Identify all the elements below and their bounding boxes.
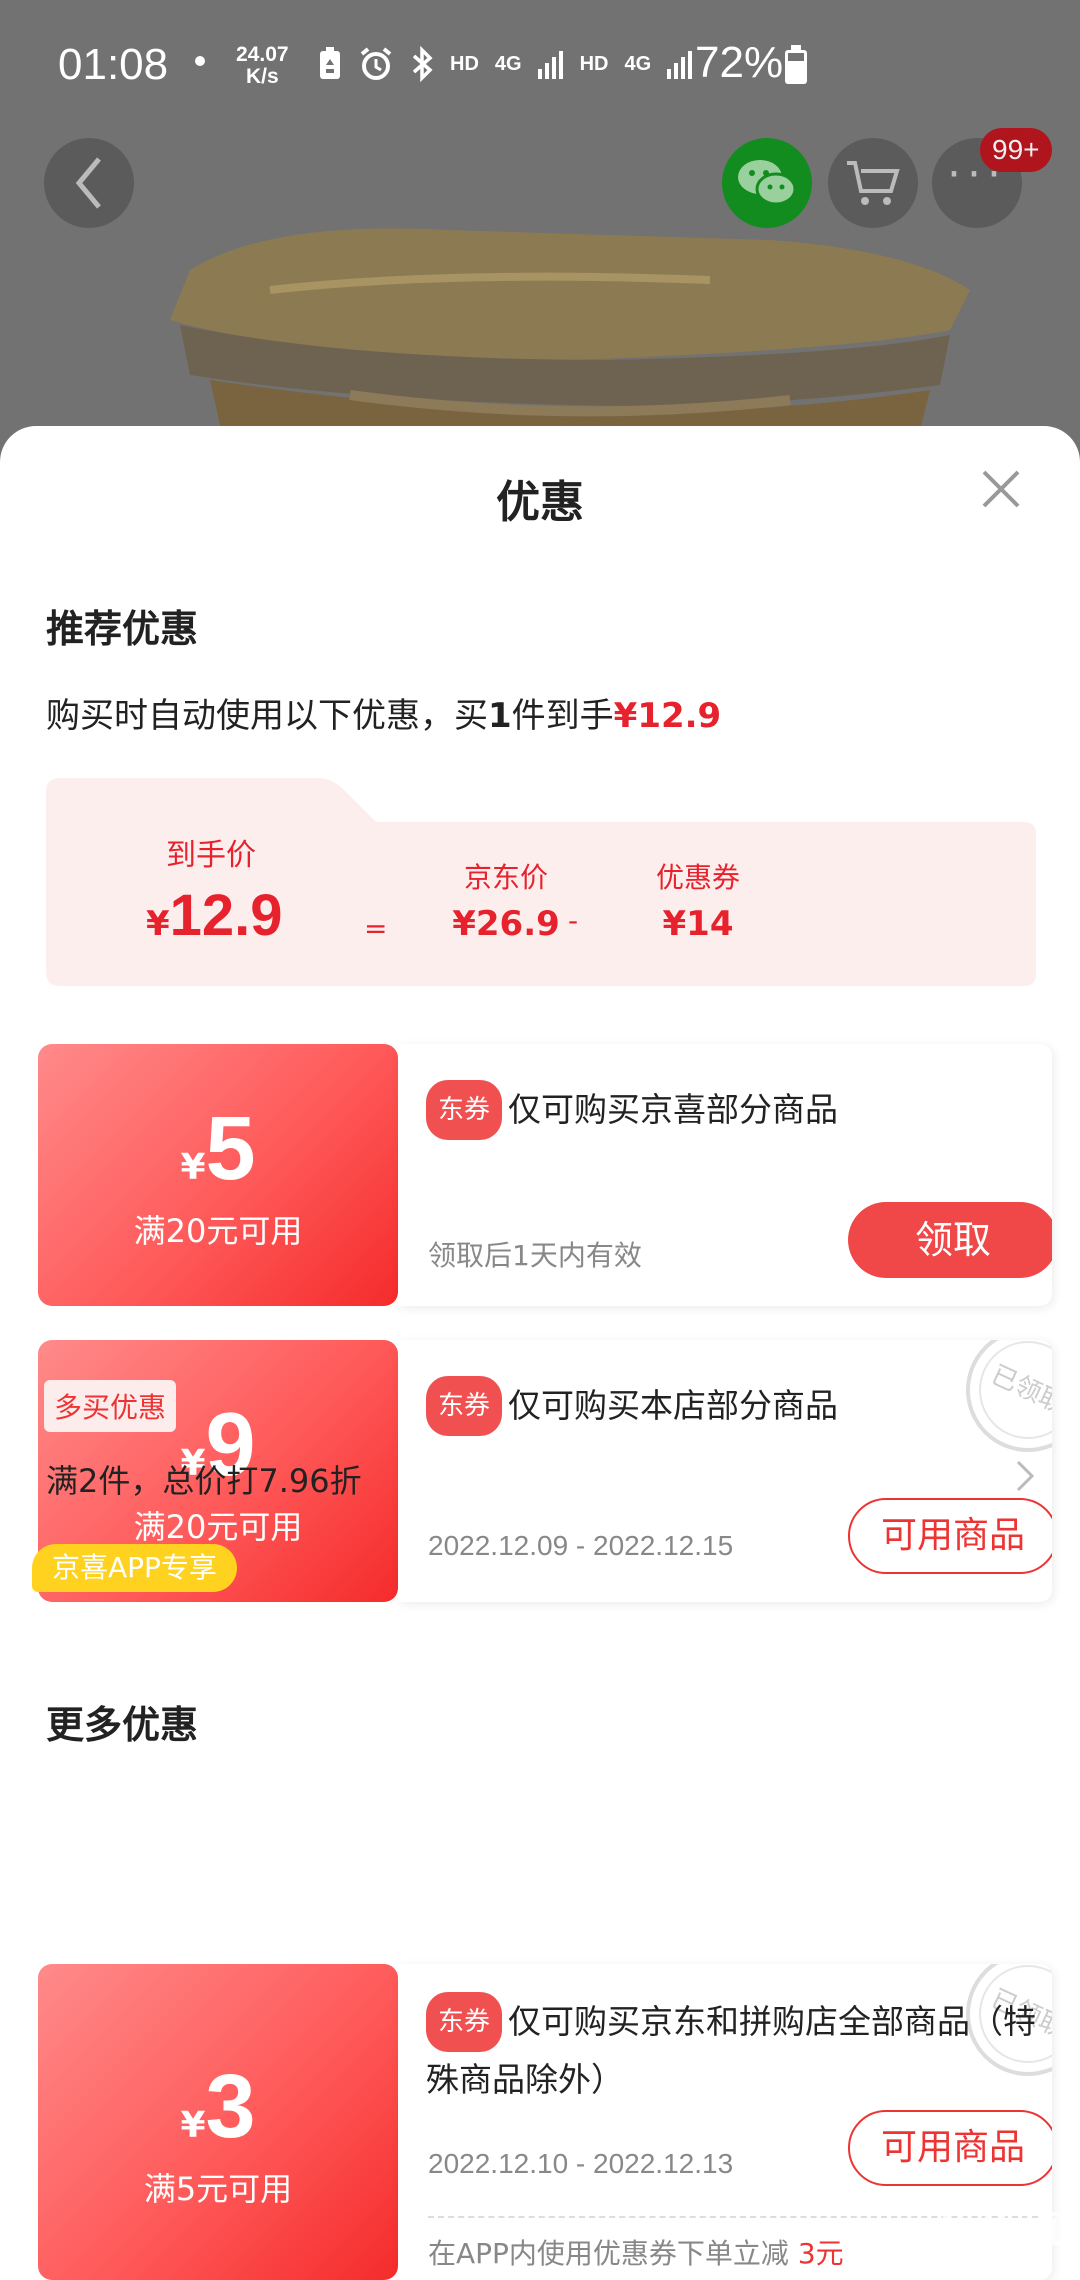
coupon-3-note-amount: 3元 [797, 2237, 844, 2270]
battery-percent: 72% [695, 38, 784, 87]
status-icons: HD 4G HD 4G [318, 42, 693, 86]
coupon-3-amount: ¥3 [38, 2062, 398, 2152]
coupon-3-condition: 满5元可用 [143, 2170, 293, 2208]
alarm-icon [360, 47, 392, 80]
signal-icon-1 [537, 51, 563, 79]
product-image [170, 228, 970, 460]
jd-price-label: 京东价 [463, 861, 548, 894]
coupon-2-validity: 2022.12.09 - 2022.12.15 [428, 1530, 734, 1561]
final-price-label: 到手价 [166, 838, 256, 873]
app-exclusive-badge: 京喜APP专享 [32, 1544, 237, 1592]
final-price: ¥12.9 [146, 882, 346, 949]
coupon-2-applicable-items-button[interactable]: 可用商品 [848, 1498, 1052, 1574]
multi-buy-tag: 多买优惠 [44, 1380, 177, 1432]
final-price-value: 12.9 [169, 883, 283, 948]
watermark: 值值值 zhizhizhi.com [930, 2196, 1070, 2270]
coupon-card-3: ¥3 满5元可用 已领取 东券 仅可购买京东和拼购店全部商品（特殊商品除外） 20… [38, 1964, 1052, 2280]
coupon-1-condition: 满20元可用 [133, 1212, 303, 1250]
notification-dot [195, 56, 205, 66]
coupon-3-value-panel: ¥3 满5元可用 [38, 1964, 398, 2280]
watermark-logo: 值值值 [937, 2206, 1063, 2252]
close-icon[interactable] [978, 466, 1024, 512]
desc-mid: 件到手 [511, 696, 614, 736]
chevron-right-icon[interactable] [1014, 1458, 1038, 1494]
coupon-1-title: 东券 仅可购买京喜部分商品 [426, 1080, 1036, 1140]
coupon-3-title: 东券 仅可购买京东和拼购店全部商品（特殊商品除外） [426, 1992, 1036, 2106]
coupon-2-tag: 东券 [426, 1376, 503, 1436]
coupon-2-condition: 满20元可用 [133, 1508, 303, 1546]
multi-buy-offer[interactable]: 满2件，总价打7.96折 [46, 1456, 362, 1502]
cart-icon [847, 161, 900, 205]
coupon-3-amount-value: 3 [205, 2057, 256, 2157]
final-price-yen: ¥ [146, 904, 170, 944]
coupon-3-title-text: 仅可购买京东和拼购店全部商品（特殊商品除外） [426, 2002, 1037, 2099]
desc-prefix: 购买时自动使用以下优惠，买 [46, 696, 488, 736]
signal-4g-label-2: 4G [624, 52, 652, 75]
coupon-1-value-panel: ¥5 满20元可用 [38, 1044, 398, 1306]
sheet-title: 优惠 [496, 477, 584, 528]
coupon-3-note-prefix: 在APP内使用优惠券下单立减 [428, 2237, 789, 2270]
coupon-1-tag: 东券 [426, 1080, 503, 1140]
hd-label-1: HD [450, 52, 479, 75]
battery-icon [785, 45, 807, 84]
equals-sign: = [364, 912, 388, 945]
jd-price-value: ¥26.9 [452, 904, 560, 944]
price-breakdown: 到手价 ¥12.9 = 京东价 ¥26.9 - 优惠券 ¥14 [46, 778, 1036, 986]
coupon-1-yen: ¥ [180, 1147, 206, 1188]
hd-label-2: HD [579, 52, 609, 75]
coupon-1-amount-value: 5 [205, 1099, 256, 1199]
signal-4g-label-1: 4G [494, 52, 522, 75]
cart-count-badge: 99+ [980, 128, 1052, 172]
status-bar: 01:08 24.07 K/s HD 4G HD 4G 72% [0, 0, 1080, 130]
coupon-1-validity: 领取后1天内有效 [428, 1239, 642, 1272]
recommended-title: 推荐优惠 [46, 607, 199, 651]
coupon-3-yen: ¥ [180, 2105, 206, 2146]
coupon-price-label: 优惠券 [655, 861, 740, 894]
bluetooth-icon [412, 46, 433, 82]
coupon-3-applicable-items-button[interactable]: 可用商品 [848, 2110, 1052, 2186]
coupon-1-title-text: 仅可购买京喜部分商品 [508, 1090, 839, 1129]
coupon-3-tag: 东券 [426, 1992, 503, 2052]
wechat-icon [738, 160, 797, 206]
coupon-card-1: ¥5 满20元可用 东券 仅可购买京喜部分商品 领取后1天内有效 领取 [38, 1044, 1052, 1306]
signal-icon-2 [667, 51, 693, 79]
coupon-2-title-text: 仅可购买本店部分商品 [508, 1386, 839, 1425]
chevron-left-icon [75, 157, 101, 209]
net-speed-value: 24.07 [236, 43, 289, 66]
recommended-desc: 购买时自动使用以下优惠，买1件到手¥12.9 [46, 688, 721, 737]
coupon-2-title: 东券 仅可购买本店部分商品 [426, 1376, 1036, 1436]
cart-button[interactable] [828, 138, 918, 228]
claim-coupon-button[interactable]: 领取 [848, 1202, 1052, 1278]
coupon-1-info: 东券 仅可购买京喜部分商品 领取后1天内有效 领取 [398, 1044, 1052, 1306]
coupon-3-validity: 2022.12.10 - 2022.12.13 [428, 2148, 734, 2179]
wechat-share-button[interactable] [722, 138, 812, 228]
net-speed: 24.07 K/s [236, 44, 289, 88]
recycle-battery-icon [320, 47, 340, 79]
desc-qty: 1 [488, 696, 512, 736]
desc-price: ¥12.9 [613, 696, 722, 736]
back-button[interactable] [44, 138, 134, 228]
status-time: 01:08 [58, 40, 169, 89]
coupon-2-info: 已领取 东券 仅可购买本店部分商品 2022.12.09 - 2022.12.15… [398, 1340, 1052, 1602]
minus-sign: - [568, 904, 579, 937]
more-offers-title: 更多优惠 [46, 1703, 199, 1747]
coupon-price-value: ¥14 [662, 904, 734, 944]
net-speed-unit: K/s [245, 65, 279, 88]
coupon-1-amount: ¥5 [38, 1104, 398, 1194]
watermark-url: zhizhizhi.com [957, 2254, 1043, 2270]
